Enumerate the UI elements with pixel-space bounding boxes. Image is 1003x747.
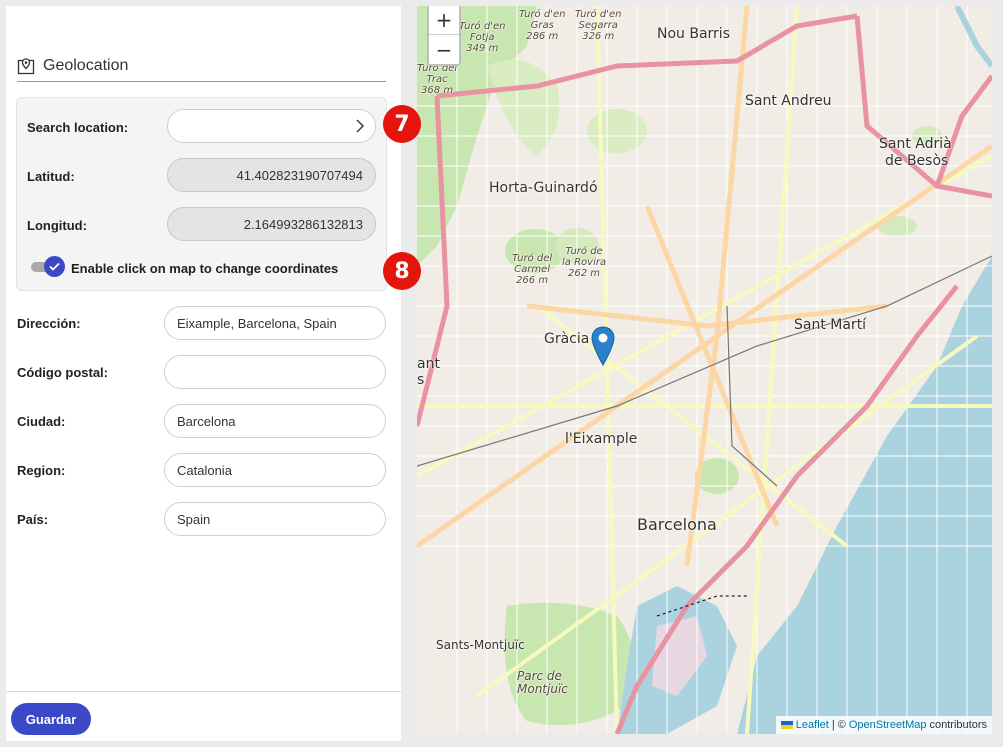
toggle-knob[interactable]	[44, 256, 65, 277]
direccion-input[interactable]: Eixample, Barcelona, Spain	[164, 306, 386, 340]
map-peak-carmel: Turó del Carmel 266 m	[512, 253, 553, 286]
pais-label: País:	[17, 512, 49, 527]
region-input[interactable]: Catalonia	[164, 453, 386, 487]
region-label: Region:	[17, 463, 66, 478]
map-label-horta-guinardo: Horta-Guinardó	[489, 180, 598, 196]
map-tiles[interactable]	[417, 6, 992, 734]
search-location-input[interactable]	[167, 109, 376, 143]
ciudad-label: Ciudad:	[17, 414, 66, 429]
pais-input[interactable]: Spain	[164, 502, 386, 536]
map-attribution: Leaflet | © OpenStreetMap contributors	[775, 716, 992, 734]
leaflet-link[interactable]: Leaflet	[796, 719, 829, 731]
map-marker-icon	[17, 57, 35, 74]
chevron-right-icon[interactable]	[355, 119, 365, 133]
map-label-nou-barris: Nou Barris	[657, 26, 730, 42]
map-peak-rovira: Turó de la Rovira 262 m	[562, 246, 607, 279]
map-label-gracia: Gràcia	[544, 331, 590, 347]
map-label-sant-marti: Sant Martí	[794, 317, 867, 333]
ciudad-input[interactable]: Barcelona	[164, 404, 386, 438]
latitude-label: Latitud:	[27, 169, 75, 184]
map-label-parc-montjuic-1: Parc de	[517, 669, 562, 683]
map-click-toggle[interactable]	[31, 256, 65, 277]
codigo-postal-input[interactable]	[164, 355, 386, 389]
section-title: Geolocation	[43, 56, 129, 74]
osm-link[interactable]: OpenStreetMap	[849, 719, 927, 731]
zoom-in-button[interactable]: +	[429, 6, 459, 35]
longitude-label: Longitud:	[27, 218, 87, 233]
map-label-s: s	[417, 372, 425, 388]
map-view[interactable]: Nou Barris Sant Andreu Horta-Guinardó Sa…	[417, 6, 992, 734]
zoom-out-button[interactable]: −	[429, 35, 459, 64]
search-location-label: Search location:	[27, 120, 129, 135]
section-header: Geolocation	[17, 54, 386, 82]
step-badge-7: 7	[383, 105, 421, 143]
map-peak-trac: Turó del Trac 368 m	[417, 63, 458, 96]
longitude-field: 2.164993286132813	[167, 207, 376, 241]
map-peak-segarra: Turó d'en Segarra 326 m	[575, 9, 622, 42]
map-marker-icon[interactable]	[591, 326, 615, 366]
coordinates-box: Search location: Latitud: 41.40282319070…	[16, 97, 387, 291]
map-label-sant-andreu: Sant Andreu	[745, 93, 832, 109]
map-label-ant: ant	[417, 356, 440, 372]
ukraine-flag-icon	[780, 721, 793, 729]
check-icon	[49, 262, 60, 271]
map-peak-fotja: Turó d'en Fotja 349 m	[459, 21, 506, 54]
map-label-barcelona: Barcelona	[637, 515, 717, 534]
step-badge-8: 8	[383, 252, 421, 290]
zoom-control: + −	[427, 6, 461, 66]
map-label-eixample: l'Eixample	[565, 431, 638, 447]
map-peak-gras: Turó d'en Gras 286 m	[519, 9, 566, 42]
map-label-sant-adria-1: Sant Adrià	[879, 136, 952, 152]
codigo-postal-label: Código postal:	[17, 365, 108, 380]
map-label-sants-montjuic: Sants-Montjuïc	[436, 638, 525, 652]
latitude-field: 41.402823190707494	[167, 158, 376, 192]
save-button[interactable]: Guardar	[11, 703, 91, 735]
direccion-label: Dirección:	[17, 316, 81, 331]
map-label-parc-montjuic-2: Montjuïc	[517, 682, 568, 696]
geolocation-panel: Geolocation Search location: Latitud: 41…	[6, 6, 401, 741]
map-click-toggle-label: Enable click on map to change coordinate…	[71, 261, 339, 276]
map-label-sant-adria-2: de Besòs	[885, 153, 949, 169]
footer-divider	[6, 691, 401, 692]
